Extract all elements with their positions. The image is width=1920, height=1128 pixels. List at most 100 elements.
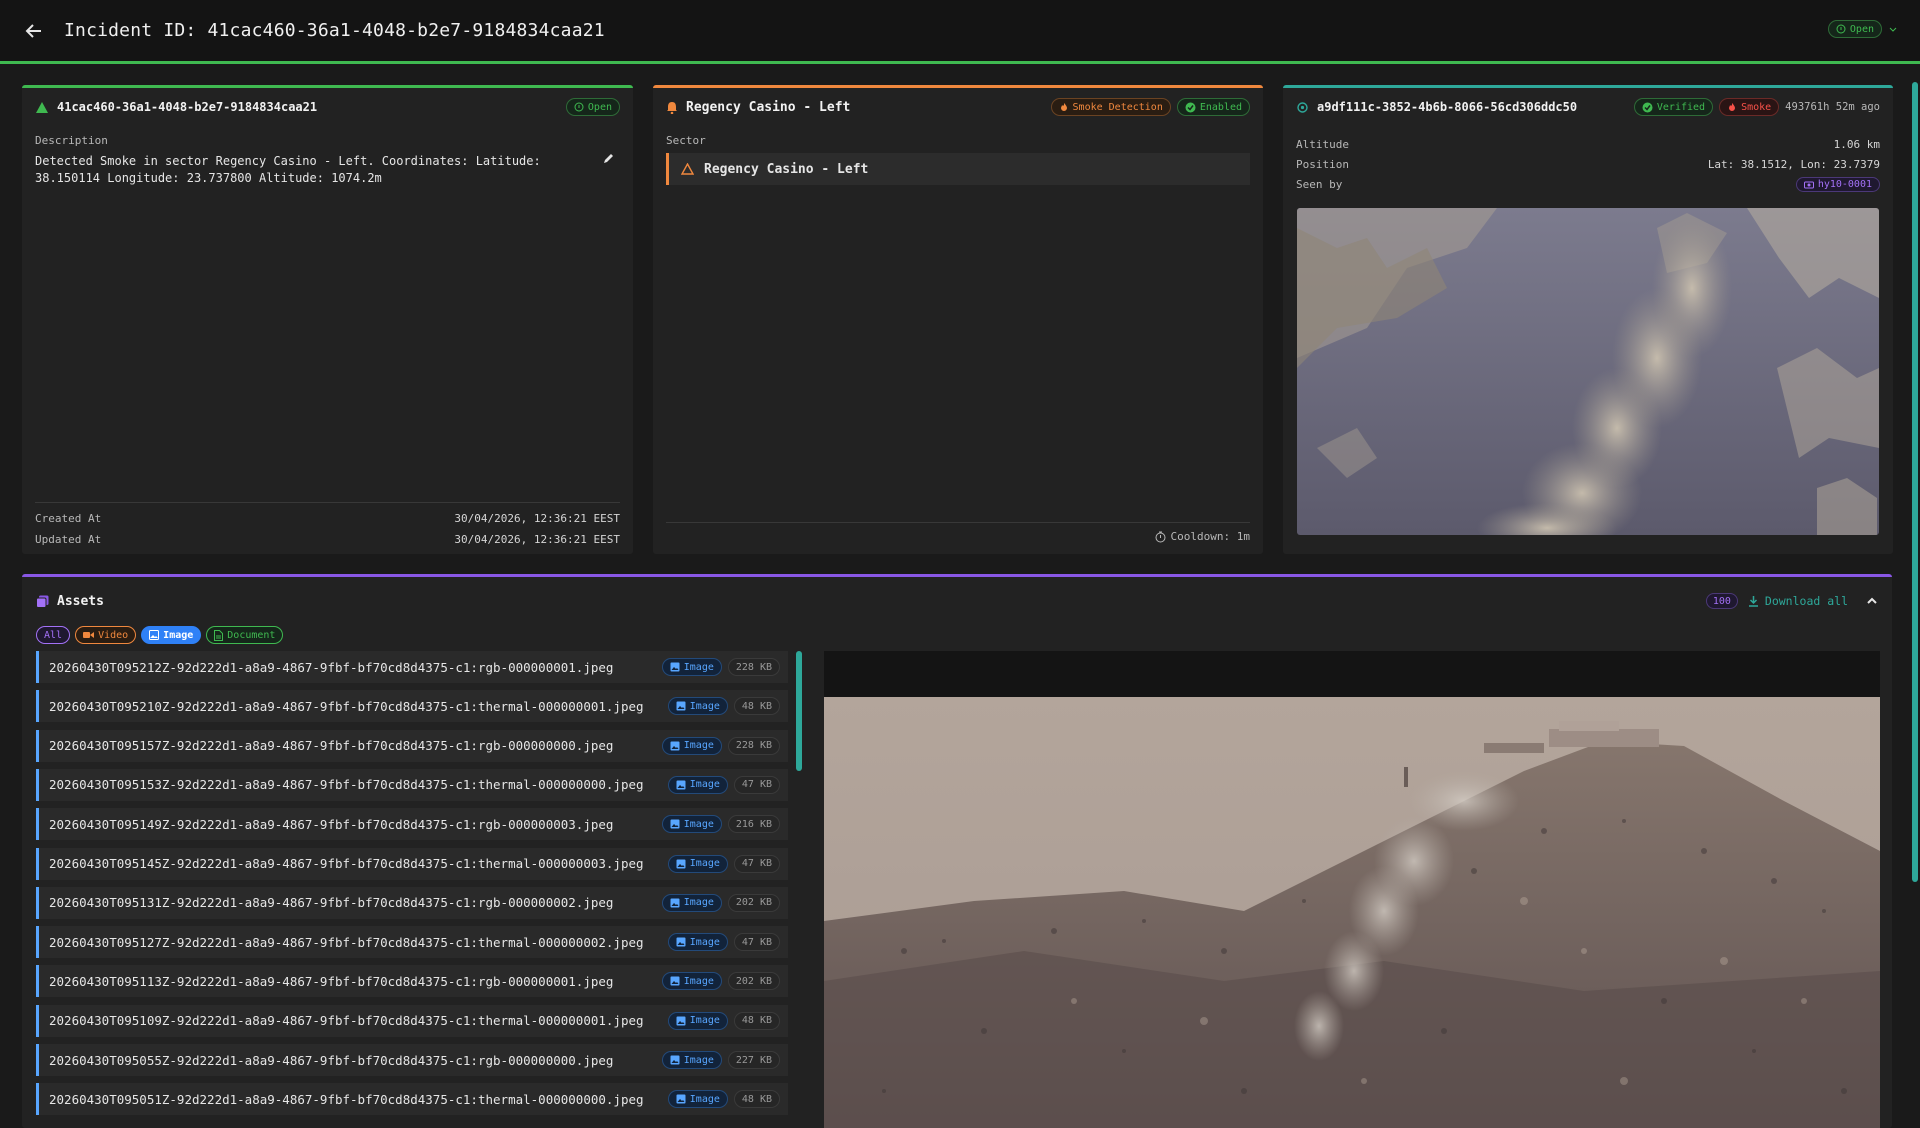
asset-file-name: 20260430T095149Z-92d222d1-a8a9-4867-9fbf… <box>49 816 614 832</box>
asset-file-row[interactable]: 20260430T095113Z-92d222d1-a8a9-4867-9fbf… <box>36 965 788 998</box>
asset-file-row[interactable]: 20260430T095109Z-92d222d1-a8a9-4867-9fbf… <box>36 1004 788 1037</box>
asset-file-row[interactable]: 20260430T095127Z-92d222d1-a8a9-4867-9fbf… <box>36 926 788 959</box>
asset-file-row[interactable]: 20260430T095131Z-92d222d1-a8a9-4867-9fbf… <box>36 886 788 919</box>
asset-type-badge: Image <box>667 1011 728 1030</box>
asset-type-badge: Image <box>661 815 722 834</box>
collapse-chevron-icon[interactable] <box>1866 595 1878 607</box>
asset-size-badge: 227 KB <box>727 1051 780 1069</box>
cooldown-text: Cooldown: 1m <box>1170 530 1250 543</box>
back-arrow-icon[interactable] <box>22 19 46 43</box>
image-icon <box>676 1016 686 1026</box>
page-scrollbar[interactable] <box>1912 82 1918 882</box>
asset-size-badge: 48 KB <box>733 1090 780 1109</box>
timer-icon <box>1155 531 1166 543</box>
asset-file-row[interactable]: 20260430T095157Z-92d222d1-a8a9-4867-9fbf… <box>36 729 788 762</box>
image-icon <box>670 976 680 986</box>
image-icon <box>670 662 680 672</box>
info-icon <box>574 102 584 112</box>
image-icon <box>670 898 680 908</box>
asset-type-badge: Image <box>661 658 722 676</box>
time-ago: 493761h 52m ago <box>1785 101 1880 113</box>
asset-file-name: 20260430T095131Z-92d222d1-a8a9-4867-9fbf… <box>49 895 614 911</box>
asset-type-label: Image <box>683 975 714 987</box>
seen-by-label: Seen by <box>1296 177 1343 191</box>
asset-type-badge: Image <box>661 893 722 912</box>
position-value: Lat: 38.1512, Lon: 23.7379 <box>1707 157 1880 171</box>
status-badge: Open <box>1827 20 1882 38</box>
camera-icon <box>1803 181 1814 188</box>
asset-file-name: 20260430T095109Z-92d222d1-a8a9-4867-9fbf… <box>49 1013 644 1029</box>
detection-id: a9df111c-3852-4b6b-8066-56cd306ddc50 <box>1317 100 1578 114</box>
file-list-scrollbar[interactable] <box>796 651 802 771</box>
filter-all[interactable]: All <box>36 626 71 644</box>
description-label: Description <box>35 134 108 147</box>
info-icon <box>1836 24 1846 34</box>
asset-file-row[interactable]: 20260430T095212Z-92d222d1-a8a9-4867-9fbf… <box>36 651 788 683</box>
filter-image[interactable]: Image <box>141 626 202 644</box>
smoke-badge: Smoke <box>1719 98 1780 116</box>
asset-file-row[interactable]: 20260430T095145Z-92d222d1-a8a9-4867-9fbf… <box>36 847 788 880</box>
edit-pencil-icon[interactable] <box>602 153 614 165</box>
crosshair-icon <box>1296 101 1309 114</box>
asset-file-row[interactable]: 20260430T095055Z-92d222d1-a8a9-4867-9fbf… <box>36 1044 788 1076</box>
asset-size-badge: 47 KB <box>733 854 780 873</box>
asset-file-row[interactable]: 20260430T095153Z-92d222d1-a8a9-4867-9fbf… <box>36 768 788 801</box>
filter-all-label: All <box>44 629 63 641</box>
filter-video[interactable]: Video <box>75 626 137 644</box>
description-text: Detected Smoke in sector Regency Casino … <box>35 154 541 185</box>
asset-type-label: Image <box>689 1015 720 1027</box>
verified-badge: Verified <box>1633 98 1714 116</box>
asset-size-badge: 216 KB <box>727 815 780 834</box>
image-icon <box>676 859 686 868</box>
assets-stack-icon <box>36 595 49 608</box>
detection-image[interactable] <box>1297 208 1879 535</box>
asset-file-row[interactable]: 20260430T095149Z-92d222d1-a8a9-4867-9fbf… <box>36 808 788 841</box>
check-circle-icon <box>1185 102 1196 112</box>
assets-count-badge: 100 <box>1705 593 1738 609</box>
filter-document[interactable]: Document <box>206 626 284 644</box>
asset-preview-image[interactable] <box>824 651 1880 1128</box>
asset-size-badge: 202 KB <box>727 972 780 991</box>
created-at-value: 30/04/2026, 12:36:21 EEST <box>454 512 620 525</box>
asset-size-badge: 47 KB <box>733 775 780 794</box>
image-icon <box>676 1094 686 1104</box>
asset-type-badge: Image <box>667 775 728 794</box>
filter-document-label: Document <box>227 629 276 641</box>
asset-file-name: 20260430T095157Z-92d222d1-a8a9-4867-9fbf… <box>49 738 614 754</box>
asset-type-badge: Image <box>661 972 722 991</box>
download-all-button[interactable]: Download all <box>1748 594 1848 608</box>
position-label: Position <box>1296 157 1349 171</box>
image-icon <box>149 630 160 640</box>
asset-file-name: 20260430T095145Z-92d222d1-a8a9-4867-9fbf… <box>49 856 644 871</box>
asset-type-badge: Image <box>667 697 728 716</box>
image-icon <box>676 780 686 790</box>
incident-card: 41cac460-36a1-4048-b2e7-9184834caa21 Ope… <box>22 85 633 554</box>
asset-file-row[interactable]: 20260430T095051Z-92d222d1-a8a9-4867-9fbf… <box>36 1083 788 1116</box>
asset-file-name: 20260430T095212Z-92d222d1-a8a9-4867-9fbf… <box>49 659 614 675</box>
asset-size-badge: 47 KB <box>733 933 780 952</box>
filter-video-label: Video <box>98 629 129 641</box>
status-dropdown-icon[interactable] <box>1888 24 1898 34</box>
image-icon <box>670 741 680 751</box>
bell-icon <box>666 101 678 114</box>
warning-triangle-icon <box>681 163 694 175</box>
asset-type-label: Image <box>683 1054 714 1066</box>
download-icon <box>1748 596 1758 607</box>
asset-type-label: Image <box>683 661 714 673</box>
sector-list-item[interactable]: Regency Casino - Left <box>666 153 1250 185</box>
filter-image-label: Image <box>163 629 194 641</box>
asset-file-row[interactable]: 20260430T095210Z-92d222d1-a8a9-4867-9fbf… <box>36 690 788 723</box>
download-all-label: Download all <box>1764 594 1848 608</box>
status-badge-label: Open <box>1849 23 1874 35</box>
camera-badge[interactable]: hy10-0001 <box>1795 176 1880 192</box>
detection-card: a9df111c-3852-4b6b-8066-56cd306ddc50 Ver… <box>1283 85 1893 554</box>
incident-status-badge: Open <box>565 98 620 116</box>
image-icon <box>676 701 686 711</box>
divider <box>666 522 1250 523</box>
divider <box>35 502 620 503</box>
asset-type-badge: Image <box>661 736 722 755</box>
asset-size-badge: 228 KB <box>727 736 780 755</box>
asset-size-badge: 48 KB <box>733 1011 780 1030</box>
sector-item-label: Regency Casino - Left <box>704 161 869 177</box>
asset-type-label: Image <box>683 818 714 830</box>
